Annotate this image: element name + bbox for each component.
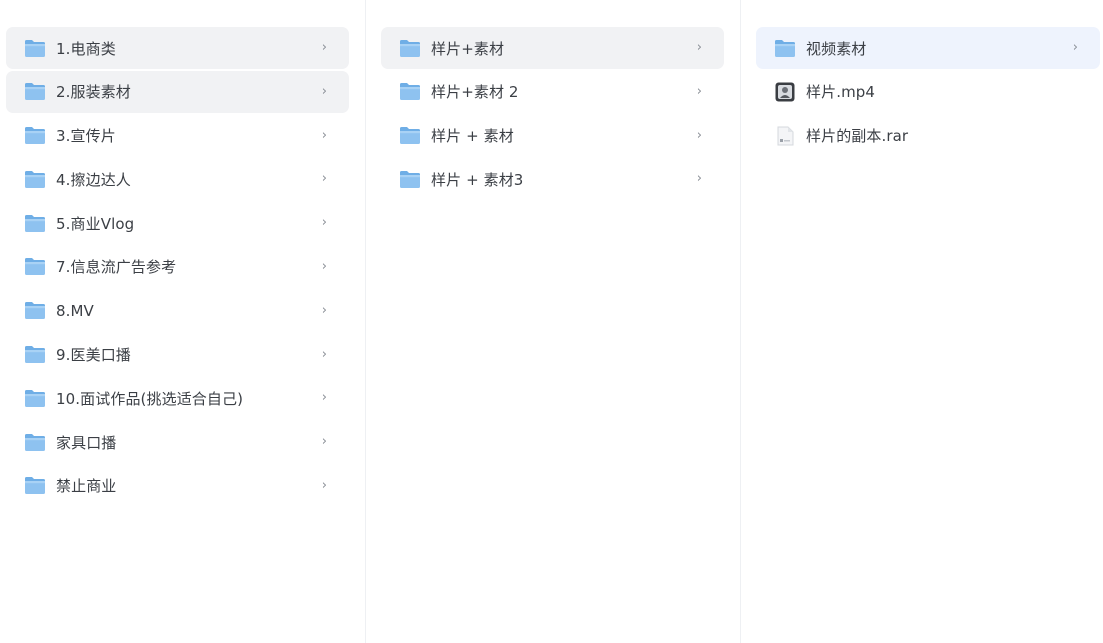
folder-icon: [23, 213, 46, 233]
chevron-right-icon: ›: [696, 171, 702, 187]
folder-row[interactable]: 3.宣传片 ›: [6, 115, 349, 157]
folder-icon: [398, 169, 421, 189]
chevron-right-icon: ›: [321, 259, 327, 275]
folder-icon: [398, 82, 421, 102]
chevron-right-icon: ›: [321, 215, 327, 231]
item-label: 样片的副本.rar: [806, 127, 909, 146]
item-label: 7.信息流广告参考: [56, 258, 177, 277]
folder-row[interactable]: 禁止商业 ›: [6, 465, 349, 507]
item-label: 8.MV: [56, 301, 94, 320]
folder-row[interactable]: 10.面试作品(挑选适合自己) ›: [6, 377, 349, 419]
folder-icon: [23, 169, 46, 189]
folder-row[interactable]: 2.服装素材 ›: [6, 70, 349, 113]
folder-icon: [23, 126, 46, 146]
folder-icon: [23, 257, 46, 277]
item-label: 5.商业Vlog: [56, 214, 135, 233]
chevron-right-icon: ›: [321, 434, 327, 450]
file-row[interactable]: 样片的副本.rar: [756, 115, 1100, 157]
item-label: 样片+素材 2: [431, 83, 519, 102]
folder-icon: [773, 38, 796, 58]
folder-row[interactable]: 样片 + 素材3 ›: [381, 158, 724, 200]
item-label: 样片 + 素材3: [431, 170, 524, 189]
folder-icon: [398, 126, 421, 146]
folder-row[interactable]: 7.信息流广告参考 ›: [6, 246, 349, 288]
chevron-right-icon: ›: [696, 40, 702, 56]
folder-row[interactable]: 样片 + 素材 ›: [381, 115, 724, 157]
folder-icon: [23, 388, 46, 408]
folder-icon: [23, 345, 46, 365]
folder-row[interactable]: 样片+素材 2 ›: [381, 71, 724, 113]
video-file-icon: [773, 82, 796, 102]
folder-row[interactable]: 1.电商类 ›: [6, 27, 349, 69]
folder-row[interactable]: 5.商业Vlog ›: [6, 202, 349, 244]
chevron-right-icon: ›: [321, 40, 327, 56]
chevron-right-icon: ›: [321, 390, 327, 406]
column-3: 视频素材 › 样片.mp4 样片的副本.rar: [741, 0, 1103, 643]
folder-icon: [23, 476, 46, 496]
column-2: 样片+素材 › 样片+素材 2 › 样片 + 素材 › 样片 + 素材3 ›: [366, 0, 741, 643]
item-label: 2.服装素材: [56, 83, 131, 102]
item-label: 4.擦边达人: [56, 170, 131, 189]
item-label: 1.电商类: [56, 39, 116, 58]
chevron-right-icon: ›: [696, 127, 702, 143]
item-label: 样片 + 素材: [431, 127, 514, 146]
chevron-right-icon: ›: [321, 478, 327, 494]
folder-icon: [23, 38, 46, 58]
chevron-right-icon: ›: [696, 83, 702, 99]
item-label: 家具口播: [56, 433, 117, 452]
folder-row[interactable]: 样片+素材 ›: [381, 27, 724, 69]
chevron-right-icon: ›: [321, 346, 327, 362]
chevron-right-icon: ›: [321, 302, 327, 318]
chevron-right-icon: ›: [321, 83, 327, 99]
file-row[interactable]: 样片.mp4: [756, 71, 1100, 113]
chevron-right-icon: ›: [321, 127, 327, 143]
item-label: 9.医美口播: [56, 346, 131, 365]
folder-icon: [23, 82, 46, 102]
folder-row[interactable]: 8.MV ›: [6, 290, 349, 332]
folder-row[interactable]: 4.擦边达人 ›: [6, 158, 349, 200]
folder-icon: [398, 38, 421, 58]
item-label: 禁止商业: [56, 477, 117, 496]
folder-row[interactable]: 家具口播 ›: [6, 421, 349, 463]
folder-row[interactable]: 9.医美口播 ›: [6, 334, 349, 376]
item-label: 样片+素材: [431, 39, 505, 58]
item-label: 视频素材: [806, 39, 867, 58]
folder-icon: [23, 432, 46, 452]
chevron-right-icon: ›: [321, 171, 327, 187]
archive-file-icon: [773, 126, 796, 146]
item-label: 3.宣传片: [56, 127, 116, 146]
folder-row[interactable]: 视频素材 ›: [756, 27, 1100, 69]
item-label: 10.面试作品(挑选适合自己): [56, 389, 244, 408]
column-browser: 1.电商类 › 2.服装素材 › 3.宣传片 › 4.擦边达人 › 5.商业Vlog › 7.信息流…: [0, 0, 1103, 643]
folder-icon: [23, 301, 46, 321]
item-label: 样片.mp4: [806, 83, 876, 102]
chevron-right-icon: ›: [1072, 40, 1078, 56]
column-1: 1.电商类 › 2.服装素材 › 3.宣传片 › 4.擦边达人 › 5.商业Vlog › 7.信息流…: [0, 0, 366, 643]
